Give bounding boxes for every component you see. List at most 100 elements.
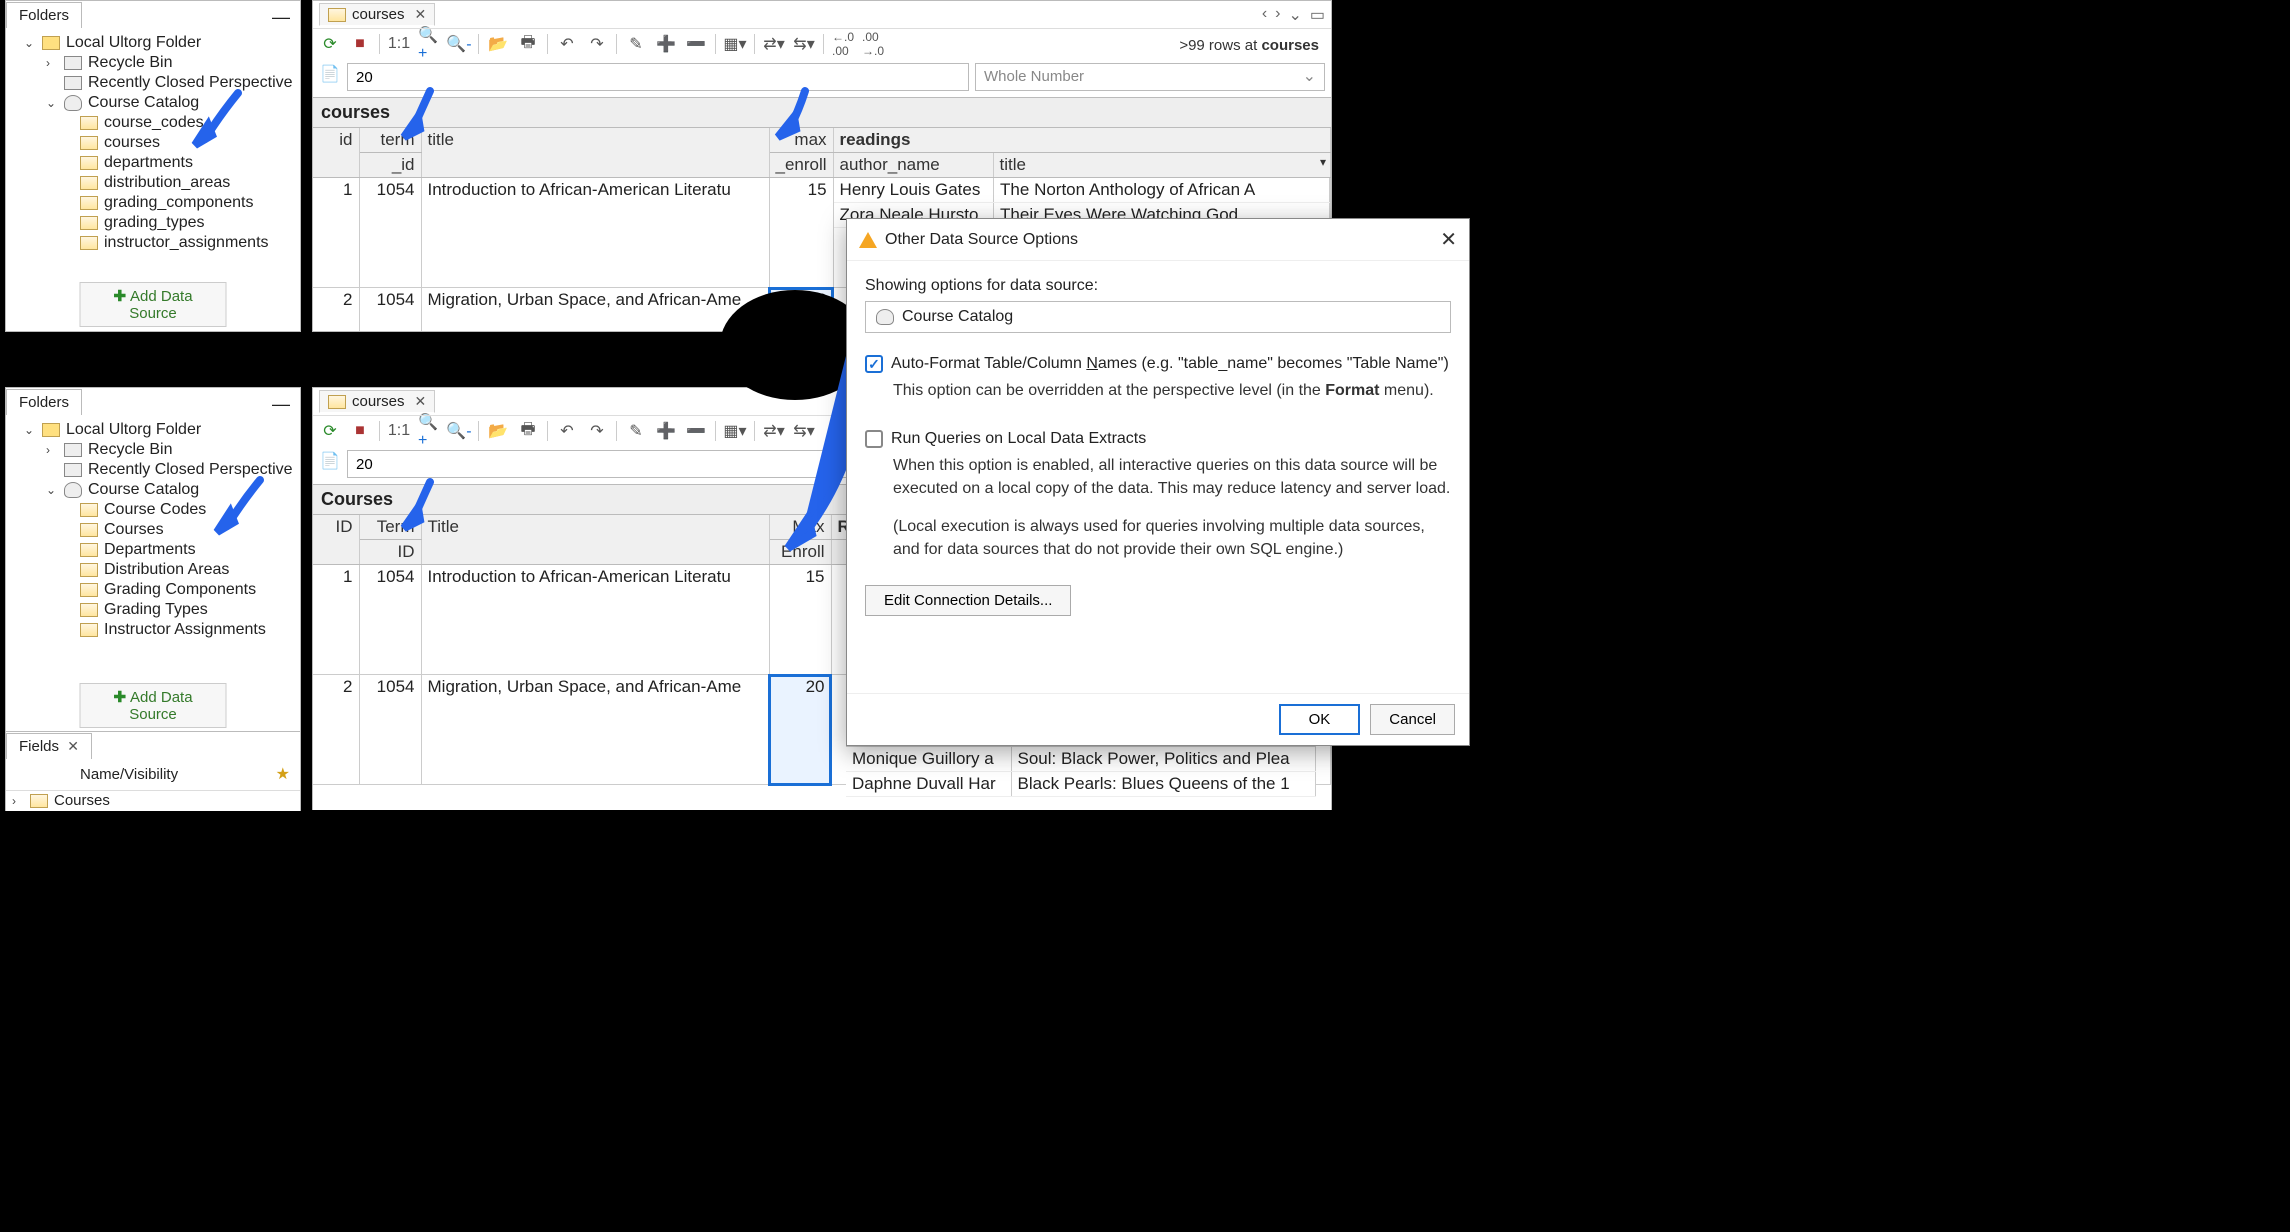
col-reading-title[interactable]: title▾	[993, 153, 1330, 178]
tree-recycle[interactable]: ›Recycle Bin	[6, 53, 300, 73]
tree-table-item[interactable]: grading_types	[6, 213, 300, 233]
folders-tab[interactable]: Folders	[6, 2, 82, 28]
tree-table-item[interactable]: distribution_areas	[6, 173, 300, 193]
tree-table-item[interactable]: courses	[6, 133, 300, 153]
col-title[interactable]: Title	[421, 515, 769, 565]
chevron-down-icon[interactable]: ⌄	[46, 96, 58, 110]
tree-recent-persp[interactable]: Recently Closed Perspective	[6, 460, 300, 480]
ratio-label[interactable]: 1:1	[388, 420, 410, 442]
tree-table-item[interactable]: Instructor Assignments	[6, 620, 300, 640]
stop-icon[interactable]: ■	[349, 420, 371, 442]
apply-icon[interactable]: 📄	[319, 450, 341, 472]
tree-recent-persp[interactable]: Recently Closed Perspective	[6, 73, 300, 93]
tab-courses[interactable]: courses ✕	[319, 3, 435, 26]
nav-next-icon[interactable]: ›	[1275, 5, 1280, 25]
tree-root[interactable]: ⌄Local Ultorg Folder	[6, 420, 300, 440]
relation2-icon[interactable]: ⇆▾	[793, 33, 815, 55]
close-icon[interactable]: ✕	[415, 393, 427, 410]
auto-format-checkbox[interactable]: ✓	[865, 355, 883, 373]
tree-table-item[interactable]: Distribution Areas	[6, 560, 300, 580]
minimize-icon[interactable]: —	[272, 7, 290, 28]
relation-icon[interactable]: ⇄▾	[763, 33, 785, 55]
decimal-left-icon[interactable]: ←.0.00	[832, 33, 854, 55]
open-icon[interactable]: 📂	[487, 33, 509, 55]
stop-icon[interactable]: ■	[349, 33, 371, 55]
col-id[interactable]: id	[313, 128, 359, 178]
tree-table-item[interactable]: Grading Types	[6, 600, 300, 620]
add-data-source-button[interactable]: ✚Add Data Source	[80, 683, 227, 728]
chevron-right-icon[interactable]: ›	[46, 443, 58, 457]
local-extracts-label[interactable]: Run Queries on Local Data Extracts	[891, 430, 1146, 448]
edit-connection-details-button[interactable]: Edit Connection Details...	[865, 585, 1071, 616]
fields-column-header[interactable]: Name/Visibility	[10, 766, 178, 783]
chevron-down-icon[interactable]: ▾	[1320, 155, 1326, 169]
grid-root-label[interactable]: courses	[313, 97, 1331, 128]
tree-table-item[interactable]: instructor_assignments	[6, 233, 300, 253]
chevron-right-icon[interactable]: ›	[46, 56, 58, 70]
star-icon[interactable]: ★	[276, 766, 290, 783]
zoom-out-icon[interactable]: 🔍-	[448, 33, 470, 55]
tree-table-item[interactable]: Departments	[6, 540, 300, 560]
edit-row-icon[interactable]: ✎	[625, 420, 647, 442]
delete-row-icon[interactable]: ➖	[685, 33, 707, 55]
tree-table-item[interactable]: grading_components	[6, 193, 300, 213]
tree-root[interactable]: ⌄Local Ultorg Folder	[6, 33, 300, 53]
refresh-icon[interactable]: ⟳	[319, 420, 341, 442]
auto-format-label[interactable]: Auto-Format Table/Column Names (e.g. "ta…	[891, 355, 1449, 373]
restore-icon[interactable]: ▭	[1310, 5, 1325, 25]
zoom-out-icon[interactable]: 🔍-	[448, 420, 470, 442]
chevron-down-icon[interactable]: ⌄	[24, 36, 36, 50]
chevron-down-icon[interactable]: ⌄	[46, 483, 58, 497]
undo-icon[interactable]: ↶	[556, 420, 578, 442]
type-select[interactable]: Whole Number	[975, 63, 1325, 91]
col-term[interactable]: Term	[359, 515, 421, 540]
ratio-label[interactable]: 1:1	[388, 33, 410, 55]
redo-icon[interactable]: ↷	[586, 33, 608, 55]
tree-table-item[interactable]: Course Codes	[6, 500, 300, 520]
tree-table-item[interactable]: Courses	[6, 520, 300, 540]
fields-tab[interactable]: Fields ✕	[6, 733, 92, 759]
zoom-in-icon[interactable]: 🔍+	[418, 420, 440, 442]
cell-value-input[interactable]	[347, 63, 969, 91]
refresh-icon[interactable]: ⟳	[319, 33, 341, 55]
col-author[interactable]: author_name	[833, 153, 993, 178]
local-extracts-checkbox[interactable]: ✓	[865, 430, 883, 448]
nav-down-icon[interactable]: ⌄	[1288, 5, 1301, 25]
relation-icon[interactable]: ⇄▾	[763, 420, 785, 442]
edit-row-icon[interactable]: ✎	[625, 33, 647, 55]
add-row-icon[interactable]: ➕	[655, 420, 677, 442]
apply-icon[interactable]: 📄	[319, 63, 341, 85]
col-maxenroll[interactable]: Max	[769, 515, 831, 540]
tree-catalog[interactable]: ⌄Course Catalog	[6, 480, 300, 500]
col-title[interactable]: title	[421, 128, 769, 178]
tree-table-item[interactable]: course_codes	[6, 113, 300, 133]
redo-icon[interactable]: ↷	[586, 420, 608, 442]
tree-table-item[interactable]: Grading Components	[6, 580, 300, 600]
print-icon[interactable]: 🖶	[517, 33, 539, 55]
tab-courses[interactable]: courses ✕	[319, 390, 435, 413]
add-row-icon[interactable]: ➕	[655, 33, 677, 55]
cancel-button[interactable]: Cancel	[1370, 704, 1455, 735]
col-maxenroll[interactable]: max	[769, 128, 833, 153]
delete-row-icon[interactable]: ➖	[685, 420, 707, 442]
layout-icon[interactable]: ▦▾	[724, 420, 746, 442]
print-icon[interactable]: 🖶	[517, 420, 539, 442]
fields-row[interactable]: › Courses	[6, 791, 300, 810]
ok-button[interactable]: OK	[1279, 704, 1361, 735]
open-icon[interactable]: 📂	[487, 420, 509, 442]
zoom-in-icon[interactable]: 🔍+	[418, 33, 440, 55]
nav-prev-icon[interactable]: ‹	[1262, 5, 1267, 25]
minimize-icon[interactable]: —	[272, 394, 290, 415]
chevron-down-icon[interactable]: ⌄	[24, 423, 36, 437]
tree-catalog[interactable]: ⌄Course Catalog	[6, 93, 300, 113]
close-icon[interactable]: ✕	[415, 6, 427, 23]
tree-recycle[interactable]: ›Recycle Bin	[6, 440, 300, 460]
close-icon[interactable]: ✕	[1440, 227, 1457, 252]
col-term[interactable]: term	[359, 128, 421, 153]
close-icon[interactable]: ✕	[67, 738, 79, 754]
col-id[interactable]: ID	[313, 515, 359, 565]
chevron-right-icon[interactable]: ›	[12, 794, 24, 808]
layout-icon[interactable]: ▦▾	[724, 33, 746, 55]
decimal-right-icon[interactable]: .00→.0	[862, 33, 884, 55]
undo-icon[interactable]: ↶	[556, 33, 578, 55]
